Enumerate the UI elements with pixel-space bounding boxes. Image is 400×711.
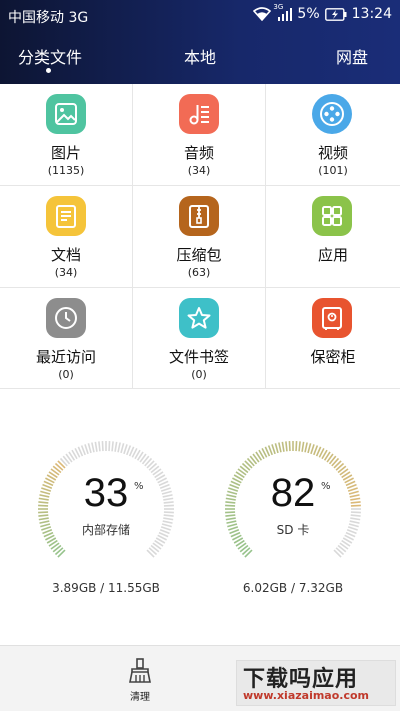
app-header: 中国移动 3G 3G 5% 13:24 分类文件 本地 网盘 (0, 0, 400, 84)
category-name: 图片 (50, 144, 81, 162)
category-name: 最近访问 (35, 348, 96, 366)
gauge-tick (126, 445, 132, 456)
category-name: 保密柜 (310, 348, 356, 366)
safe-icon (312, 298, 352, 338)
gauge-tick (101, 441, 104, 452)
category-apps[interactable]: 应用 (266, 186, 400, 288)
status-bar: 中国移动 3G 3G 5% 13:24 (0, 0, 400, 30)
category-count: (63) (187, 266, 211, 279)
storage-section: 33 % 内部存储 3.89GB / 11.55GB 82 % SD 卡 6.0… (0, 389, 400, 645)
star-icon (179, 298, 219, 338)
gauge-tick (111, 441, 114, 452)
gauge-tick (278, 442, 282, 453)
watermark-url: www.xiazaimao.com (243, 689, 370, 702)
clean-label: 清理 (130, 692, 150, 703)
gauge-tick (123, 444, 128, 455)
category-count: (1135) (47, 164, 85, 177)
bottom-bar: 清理 下载吗应用 www.xiazaimao.com (0, 645, 400, 711)
gauge-tick (120, 443, 125, 454)
gauge-tick (281, 441, 285, 452)
category-count: (0) (58, 368, 74, 381)
watermark: 下载吗应用 www.xiazaimao.com (236, 660, 396, 706)
category-name: 视频 (317, 144, 348, 162)
music-icon (179, 94, 219, 134)
gauge-tick (163, 517, 174, 521)
sd-percent-sign: % (321, 481, 331, 492)
gauge-tick (298, 441, 301, 452)
tab-local[interactable]: 本地 (184, 44, 216, 68)
gauge-tick (310, 444, 315, 455)
category-count: (101) (318, 164, 348, 177)
gauge-tick (117, 442, 121, 453)
gauge-tick (98, 441, 101, 452)
category-count: (34) (187, 164, 211, 177)
sd-card-percent: 82 (270, 471, 316, 515)
active-tab-indicator (46, 68, 51, 73)
sd-card-label: SD 卡 (276, 523, 310, 537)
category-grid: 图片 (1135) 音频 (34) 视频 (101) 文档 (34) 压缩包 (… (0, 84, 400, 389)
gauge-tick (38, 517, 49, 521)
category-name: 应用 (317, 246, 348, 264)
gauge-tick (87, 443, 92, 454)
battery-icon (324, 7, 347, 21)
image-icon (46, 94, 86, 134)
apps-icon (312, 196, 352, 236)
gauge-tick (304, 442, 308, 453)
gauge-tick (114, 441, 118, 452)
signal-icon: 3G (273, 3, 293, 21)
gauge-tick (108, 441, 111, 452)
internal-storage-percent: 33 (83, 471, 129, 515)
gauge-tick (285, 441, 288, 452)
sd-card-gauge[interactable]: 82 % SD 卡 (223, 439, 363, 579)
internal-storage-label: 内部存储 (81, 523, 130, 537)
sd-card-size: 6.02GB / 7.32GB (242, 581, 344, 595)
category-archives[interactable]: 压缩包 (63) (133, 186, 266, 288)
category-recent[interactable]: 最近访问 (0) (0, 288, 133, 389)
gauge-tick (271, 444, 276, 455)
clock-time: 13:24 (351, 6, 392, 22)
category-count: (0) (191, 368, 207, 381)
zip-icon (179, 196, 219, 236)
category-name: 文档 (50, 246, 81, 264)
gauge-tick (301, 441, 305, 452)
category-name: 音频 (183, 144, 214, 162)
gauge-tick (267, 445, 273, 456)
tab-cloud-drive[interactable]: 网盘 (336, 44, 368, 68)
internal-storage-size: 3.89GB / 11.55GB (52, 581, 160, 595)
document-icon (46, 196, 86, 236)
carrier-label: 中国移动 3G (8, 10, 89, 26)
film-reel-icon (312, 94, 352, 134)
gauge-tick (313, 445, 319, 456)
tab-categories[interactable]: 分类文件 (18, 44, 82, 68)
internal-percent-sign: % (134, 481, 144, 492)
category-audio[interactable]: 音频 (34) (133, 84, 266, 186)
battery-percent: 5% (297, 6, 320, 22)
gauge-tick (350, 517, 361, 521)
broom-icon (129, 658, 151, 683)
category-name: 文件书签 (168, 348, 229, 366)
category-images[interactable]: 图片 (1135) (0, 84, 133, 186)
internal-storage-gauge[interactable]: 33 % 内部存储 (36, 439, 176, 579)
tab-bar: 分类文件 本地 网盘 (0, 30, 400, 84)
clock-icon (46, 298, 86, 338)
gauge-tick (91, 442, 95, 453)
gauge-tick (84, 444, 89, 455)
clean-button[interactable]: 清理 (120, 656, 160, 704)
gauge-tick (307, 443, 312, 454)
category-documents[interactable]: 文档 (34) (0, 186, 133, 288)
gauge-tick (295, 441, 298, 452)
gauge-tick (225, 517, 236, 521)
category-name: 压缩包 (176, 246, 222, 264)
category-bookmarks[interactable]: 文件书签 (0) (133, 288, 266, 389)
category-safe[interactable]: 保密柜 (266, 288, 400, 389)
gauge-tick (80, 445, 86, 456)
gauge-tick (94, 441, 98, 452)
category-video[interactable]: 视频 (101) (266, 84, 400, 186)
wifi-icon (253, 7, 272, 21)
gauge-tick (288, 441, 291, 452)
gauge-tick (274, 443, 279, 454)
category-count: (34) (54, 266, 78, 279)
